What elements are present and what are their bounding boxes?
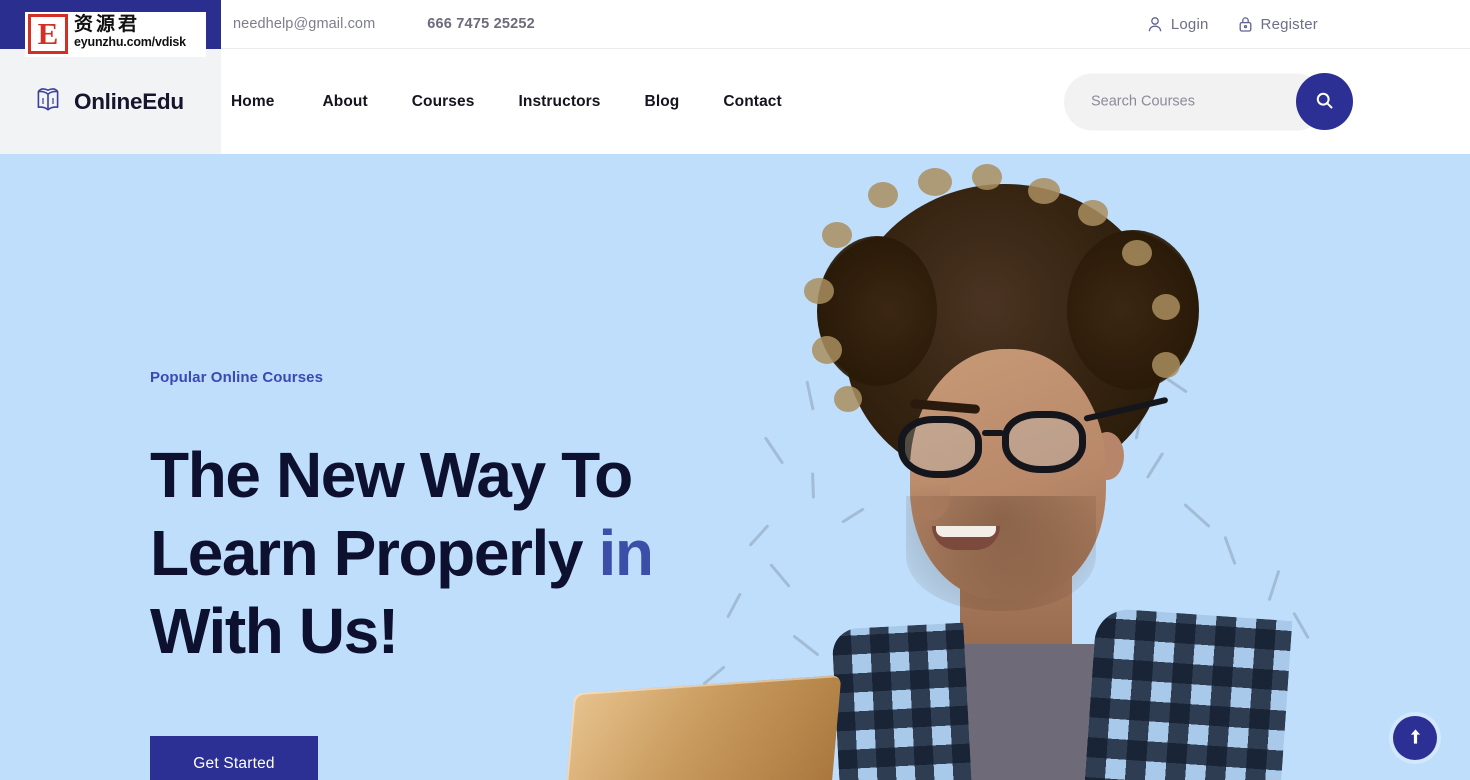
plaid-shirt-left [831, 622, 973, 780]
nav-item-courses[interactable]: Courses [390, 93, 497, 111]
nose-shape [910, 474, 950, 520]
main-nav-row: OnlineEdu Home About Courses Instructors… [0, 49, 1470, 154]
watermark-overlay: E 资源君 eyunzhu.com/vdisk [25, 12, 206, 57]
page-root: needhelp@gmail.com 666 7475 25252 Login [0, 0, 1470, 780]
open-book-icon [33, 86, 63, 118]
search-button[interactable] [1296, 73, 1353, 130]
login-label: Login [1170, 16, 1209, 33]
user-icon [1147, 16, 1163, 33]
brand-logo[interactable]: OnlineEdu [0, 49, 221, 154]
top-utility-bar: needhelp@gmail.com 666 7475 25252 Login [220, 0, 1470, 49]
topbar-account-group: Login Register [1147, 0, 1318, 49]
nav-item-about[interactable]: About [300, 93, 389, 111]
search-icon [1315, 91, 1334, 113]
headline-part-1: The New Way To Learn Properly [150, 439, 633, 589]
headline-accent: in [598, 517, 654, 589]
hero-eyebrow: Popular Online Courses [150, 369, 324, 386]
contact-email[interactable]: needhelp@gmail.com [233, 16, 375, 32]
headline-part-2: With Us! [150, 595, 399, 667]
nav-item-instructors[interactable]: Instructors [496, 93, 622, 111]
hero-section: Popular Online Courses The New Way To Le… [0, 154, 1470, 780]
lock-icon [1238, 16, 1253, 33]
hero-headline: The New Way To Learn Properly in With Us… [150, 436, 750, 670]
nav-item-contact[interactable]: Contact [701, 93, 803, 111]
hero-photo [563, 164, 1320, 780]
nav-item-blog[interactable]: Blog [623, 93, 702, 111]
get-started-button[interactable]: Get Started [150, 736, 318, 780]
watermark-badge: E [28, 14, 68, 54]
watermark-url: eyunzhu.com/vdisk [74, 35, 186, 49]
login-link[interactable]: Login [1147, 16, 1209, 33]
hero-copy: Popular Online Courses The New Way To Le… [150, 369, 750, 780]
search-input[interactable] [1064, 73, 1325, 130]
brand-name: OnlineEdu [74, 88, 184, 114]
course-search [1064, 73, 1353, 130]
topbar-contact-group: needhelp@gmail.com 666 7475 25252 [220, 16, 535, 32]
primary-navigation: Home About Courses Instructors Blog Cont… [231, 49, 804, 154]
register-link[interactable]: Register [1238, 16, 1318, 33]
contact-phone[interactable]: 666 7475 25252 [427, 16, 535, 32]
plaid-shirt-right [1083, 607, 1293, 780]
scroll-to-top-button[interactable] [1393, 716, 1437, 760]
glasses-icon [898, 396, 1169, 478]
watermark-chinese: 资源君 [74, 13, 141, 35]
nav-item-home[interactable]: Home [231, 93, 300, 111]
arrow-up-icon [1408, 728, 1423, 748]
register-label: Register [1260, 16, 1318, 33]
